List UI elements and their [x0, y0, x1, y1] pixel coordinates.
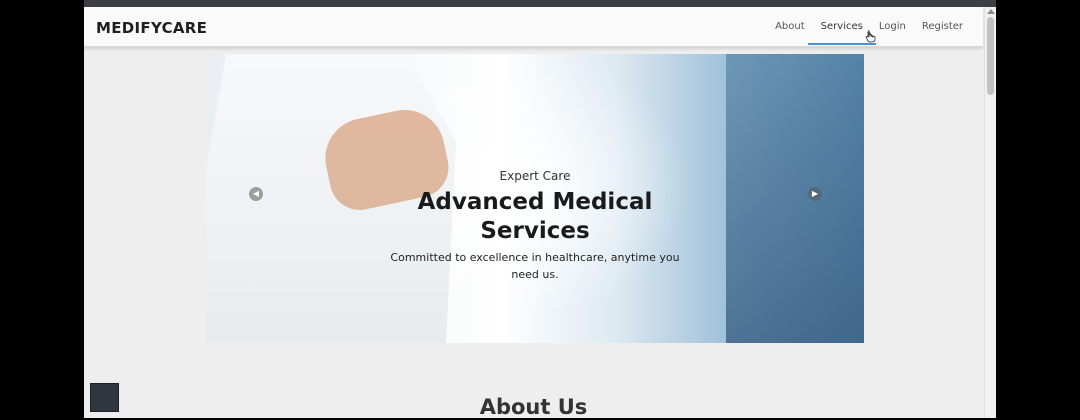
hero-subtext: Committed to excellence in healthcare, a… [390, 251, 680, 281]
floating-widget-button[interactable] [90, 383, 119, 412]
carousel-prev-button[interactable]: ◀ [249, 187, 263, 201]
browser-top-strip [84, 0, 996, 7]
hero-headline-line1: Advanced Medical [417, 189, 653, 215]
scroll-thumb[interactable] [987, 17, 994, 95]
screen: MEDIFYCARE About Services Login Register… [0, 0, 1080, 420]
vertical-scrollbar[interactable] [984, 7, 996, 418]
nav-link-services[interactable]: Services [807, 7, 877, 47]
hero-carousel: Expert Care Advanced Medical Services Co… [206, 54, 864, 343]
chevron-right-icon: ▶ [811, 189, 819, 198]
hero-headline: Advanced Medical Services [206, 188, 864, 246]
carousel-next-button[interactable]: ▶ [808, 187, 822, 201]
page-viewport: MEDIFYCARE About Services Login Register… [84, 7, 996, 418]
hand-cursor-icon [865, 30, 876, 43]
hero-headline-line2: Services [480, 218, 590, 244]
nav-link-register[interactable]: Register [914, 7, 971, 47]
scroll-up-icon[interactable] [987, 9, 995, 14]
about-section-title: About Us [479, 395, 588, 418]
nav-link-about[interactable]: About [767, 7, 813, 47]
hero-eyebrow: Expert Care [499, 169, 571, 183]
nav-link-login[interactable]: Login [871, 7, 914, 47]
navbar: MEDIFYCARE About Services Login Register [84, 7, 983, 47]
chevron-left-icon: ◀ [252, 189, 260, 198]
brand-logo[interactable]: MEDIFYCARE [96, 19, 207, 37]
